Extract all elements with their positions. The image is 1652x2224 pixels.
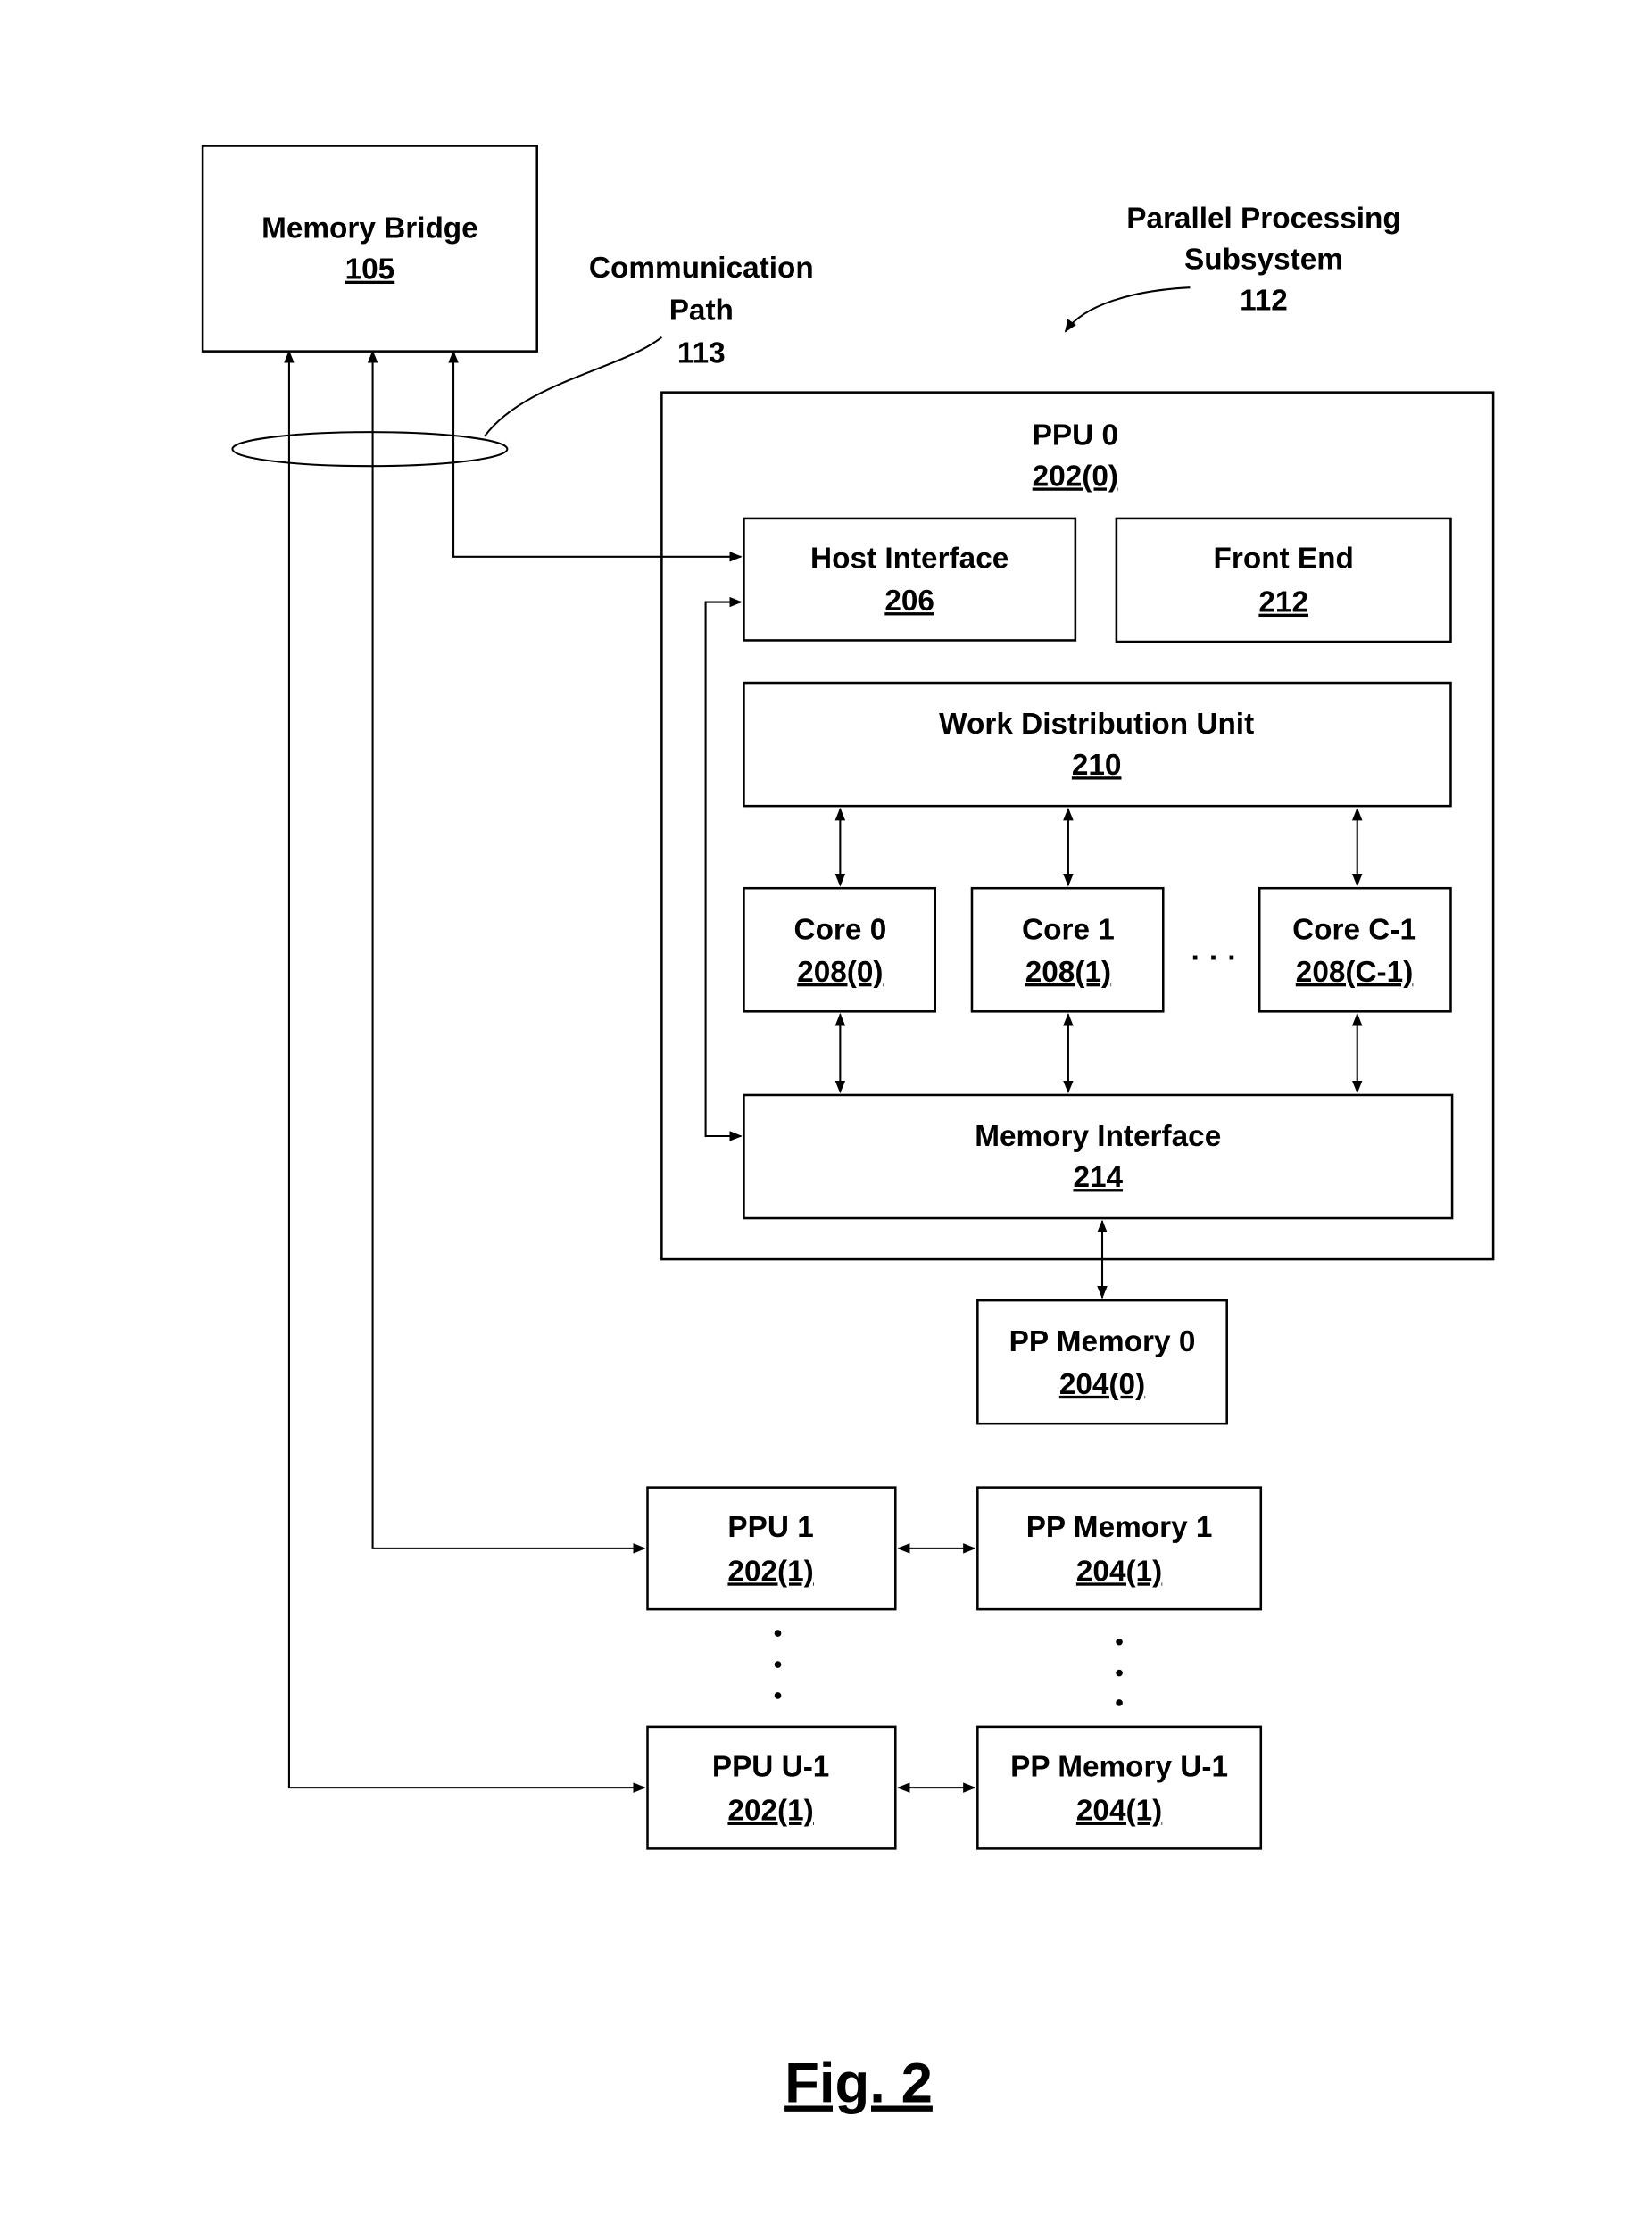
pp-memory-u1-label: PP Memory U-1 <box>1010 1750 1228 1783</box>
communication-path-label-1: Communication <box>589 252 814 285</box>
host-interface-label: Host Interface <box>810 542 1009 575</box>
block-diagram: Memory Bridge 105 Communication Path 113… <box>201 145 1495 2114</box>
host-interface-ref: 206 <box>884 585 934 618</box>
ppu-u1-label: PPU U-1 <box>712 1750 830 1783</box>
pp-memory1-ref: 204(1) <box>1076 1555 1162 1588</box>
communication-path-bundle <box>231 431 509 468</box>
pp-memory0-block: PP Memory 0 204(0) <box>976 1299 1228 1425</box>
wdu-label: Work Distribution Unit <box>939 708 1254 741</box>
ppu-vertical-ellipsis <box>774 1630 782 1699</box>
pps-callout: Parallel Processing Subsystem 112 <box>1064 203 1401 333</box>
core-c1-ref: 208(C-1) <box>1296 956 1414 989</box>
memory-bridge-ref: 105 <box>345 253 395 286</box>
memory-vertical-ellipsis <box>1116 1638 1123 1706</box>
core1-ref: 208(1) <box>1025 956 1111 989</box>
core1-block: Core 1 208(1) <box>970 886 1165 1013</box>
core-c1-block: Core C-1 208(C-1) <box>1258 886 1452 1013</box>
mb-to-ppu1-arrow <box>367 350 646 1554</box>
front-end-block: Front End 212 <box>1115 517 1452 643</box>
figure-label: Fig. 2 <box>784 2052 933 2114</box>
ppu0-ref: 202(0) <box>1033 460 1118 493</box>
communication-path-ref: 113 <box>677 336 726 369</box>
core0-block: Core 0 208(0) <box>743 886 936 1013</box>
pp-memory0-label: PP Memory 0 <box>1009 1325 1196 1358</box>
ppu1-ref: 202(1) <box>727 1555 813 1588</box>
work-distribution-unit-block: Work Distribution Unit 210 <box>743 681 1452 808</box>
pp-memory0-ref: 204(0) <box>1059 1368 1145 1401</box>
core0-label: Core 0 <box>794 913 887 946</box>
front-end-label: Front End <box>1214 542 1354 575</box>
memory-interface-label: Memory Interface <box>975 1120 1221 1153</box>
ppu0-label: PPU 0 <box>1033 419 1118 452</box>
pps-ref: 112 <box>1240 285 1288 318</box>
pps-label-2: Subsystem <box>1184 244 1343 277</box>
ppu-u1-block: PPU U-1 202(1) <box>646 1725 897 1850</box>
memory-interface-block: Memory Interface 214 <box>743 1093 1454 1220</box>
ppu1-block: PPU 1 202(1) <box>646 1486 897 1611</box>
cores-ellipsis: · · · <box>1191 942 1237 975</box>
ppu-u1-ref: 202(1) <box>727 1795 813 1828</box>
ppu1-label: PPU 1 <box>727 1511 813 1544</box>
memory-bridge-block: Memory Bridge 105 <box>201 145 538 353</box>
memory-interface-ref: 214 <box>1073 1161 1123 1194</box>
pp-memory1-block: PP Memory 1 204(1) <box>976 1486 1263 1611</box>
pps-leader-arrow <box>1064 286 1191 333</box>
pps-label-1: Parallel Processing <box>1126 203 1401 236</box>
front-end-ref: 212 <box>1258 586 1308 619</box>
core1-label: Core 1 <box>1022 913 1115 946</box>
memory-bridge-label: Memory Bridge <box>261 212 478 245</box>
pp-memory1-label: PP Memory 1 <box>1026 1511 1213 1544</box>
communication-path-label-2: Path <box>669 295 734 328</box>
core-c1-label: Core C-1 <box>1292 913 1416 946</box>
core0-ref: 208(0) <box>797 956 883 989</box>
host-interface-block: Host Interface 206 <box>743 517 1077 642</box>
pp-memory-u1-block: PP Memory U-1 204(1) <box>976 1725 1263 1850</box>
wdu-ref: 210 <box>1072 749 1122 782</box>
pp-memory-u1-ref: 204(1) <box>1076 1795 1162 1828</box>
mb-to-ppu-u1-arrow <box>284 350 646 1793</box>
